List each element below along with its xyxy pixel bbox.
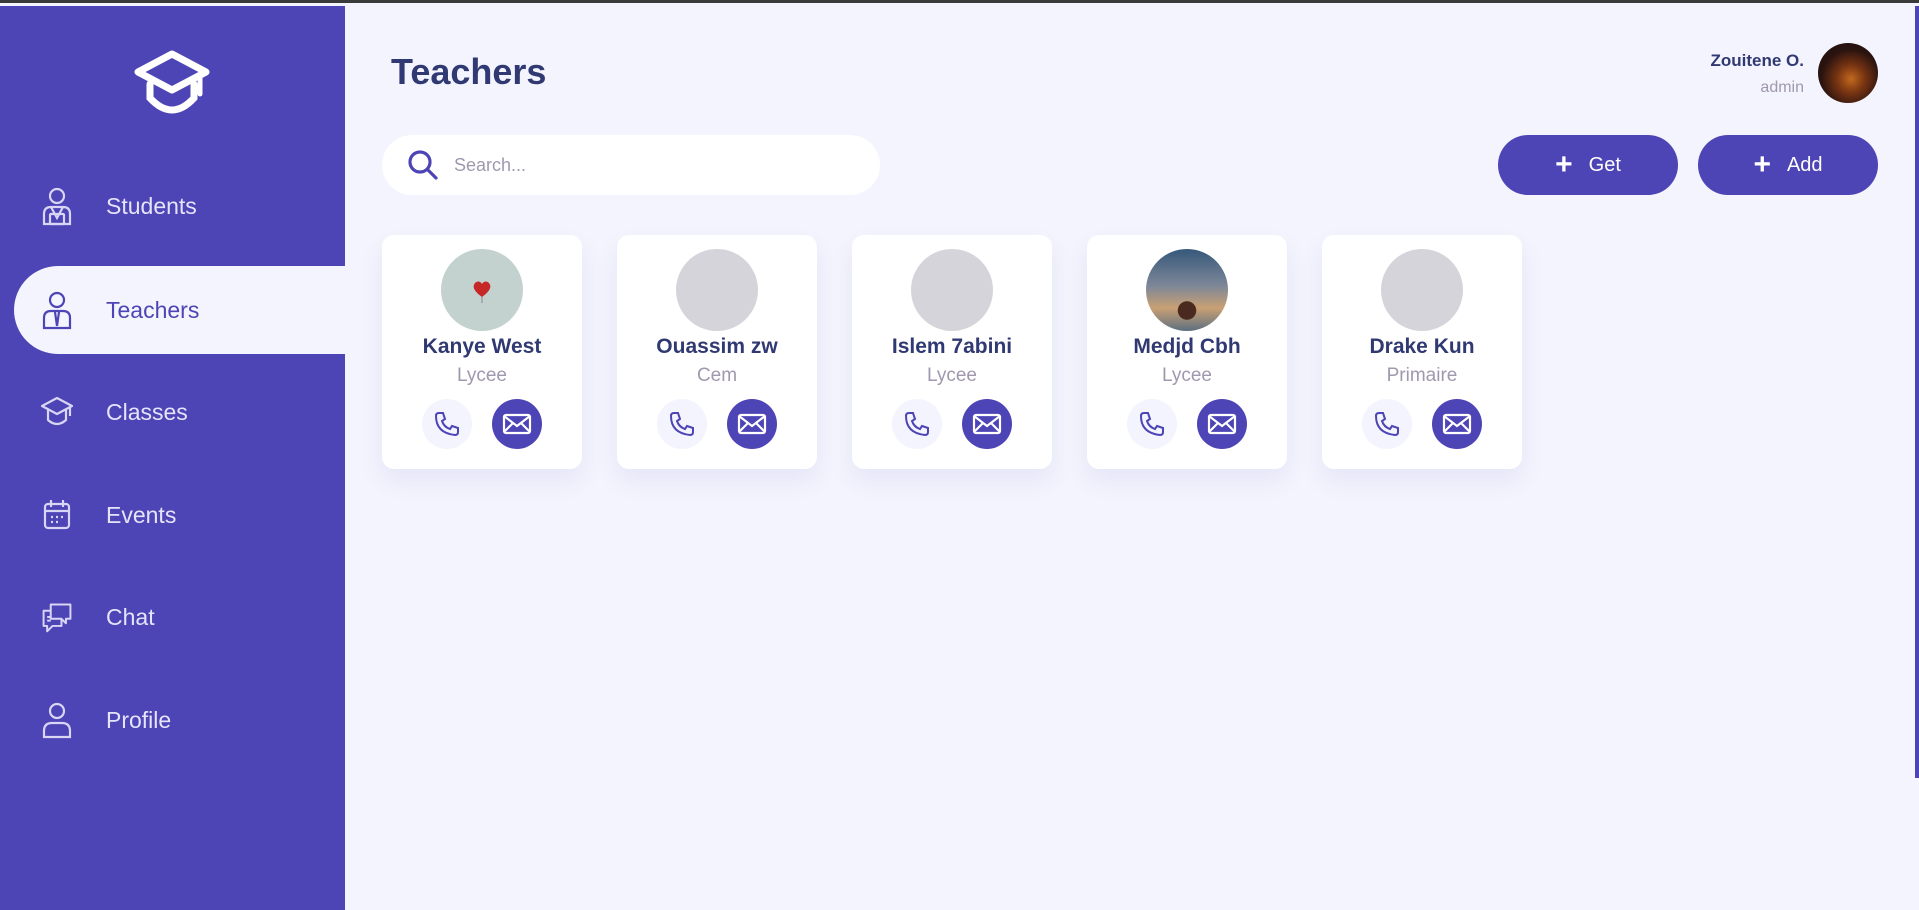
teacher-avatar [911, 249, 993, 331]
call-button[interactable] [1127, 399, 1177, 449]
teacher-avatar [1381, 249, 1463, 331]
teacher-name: Ouassim zw [656, 335, 778, 358]
sidebar-item-label: Events [106, 501, 177, 528]
user-role: admin [1760, 79, 1804, 96]
phone-icon [1139, 412, 1164, 437]
teacher-card[interactable]: Ouassim zw Cem [617, 235, 817, 469]
sidebar-item-label: Chat [106, 603, 155, 630]
profile-icon [40, 700, 74, 740]
teacher-card[interactable]: Islem 7abini Lycee [852, 235, 1052, 469]
mail-icon [737, 413, 767, 435]
email-button[interactable] [962, 399, 1012, 449]
scrollbar[interactable] [1915, 6, 1919, 778]
get-button[interactable]: + Get [1498, 135, 1678, 195]
sidebar-item-teachers[interactable]: Teachers [14, 266, 345, 354]
sidebar-item-students[interactable]: Students [14, 162, 345, 250]
sidebar: Students Teachers Classes Events Chat Pr… [0, 6, 345, 910]
call-button[interactable] [892, 399, 942, 449]
email-button[interactable] [1432, 399, 1482, 449]
teacher-avatar [676, 249, 758, 331]
call-button[interactable] [1362, 399, 1412, 449]
phone-icon [669, 412, 694, 437]
student-icon [40, 186, 74, 226]
search-icon [408, 150, 438, 180]
teacher-level: Primaire [1386, 365, 1458, 386]
email-button[interactable] [1197, 399, 1247, 449]
teacher-level: Cem [696, 365, 738, 386]
mail-icon [502, 413, 532, 435]
user-avatar[interactable] [1818, 43, 1878, 103]
sidebar-item-label: Profile [106, 706, 172, 733]
teacher-card[interactable]: Kanye West Lycee [382, 235, 582, 469]
classes-icon [40, 392, 74, 432]
sidebar-item-label: Classes [106, 398, 188, 425]
teacher-icon [40, 290, 74, 330]
sidebar-item-classes[interactable]: Classes [14, 368, 345, 456]
search-input[interactable] [454, 154, 834, 176]
call-button[interactable] [422, 399, 472, 449]
mail-icon [1207, 413, 1237, 435]
search-bar [382, 135, 880, 195]
plus-icon: + [1753, 148, 1771, 181]
teacher-level: Lycee [457, 365, 507, 386]
user-name: Zouitene O. [1710, 51, 1805, 70]
mail-icon [972, 413, 1002, 435]
user-info: Zouitene O. admin [1711, 51, 1805, 97]
teacher-name: Medjd Cbh [1133, 335, 1241, 358]
teacher-name: Islem 7abini [891, 335, 1013, 358]
teacher-card[interactable]: Medjd Cbh Lycee [1087, 235, 1287, 469]
teacher-avatar [1146, 249, 1228, 331]
page-title: Teachers [391, 51, 547, 92]
sidebar-item-label: Teachers [106, 296, 200, 323]
phone-icon [904, 412, 929, 437]
phone-icon [1374, 412, 1399, 437]
teacher-level: Lycee [1162, 365, 1212, 386]
add-button[interactable]: + Add [1698, 135, 1878, 195]
teacher-card[interactable]: Drake Kun Primaire [1322, 235, 1522, 469]
email-button[interactable] [727, 399, 777, 449]
plus-icon: + [1555, 148, 1573, 181]
teacher-name: Kanye West [422, 335, 542, 358]
sidebar-item-events[interactable]: Events [14, 471, 345, 559]
sidebar-item-label: Students [106, 192, 197, 219]
teacher-level: Lycee [927, 365, 977, 386]
teacher-avatar [441, 249, 523, 331]
teacher-name: Drake Kun [1369, 335, 1475, 358]
sidebar-item-chat[interactable]: Chat [14, 573, 345, 661]
graduation-cap-logo-icon [134, 50, 210, 114]
email-button[interactable] [492, 399, 542, 449]
chat-icon [40, 597, 74, 637]
heart-balloon-icon [473, 281, 491, 303]
calendar-icon [40, 495, 74, 535]
add-button-label: Add [1786, 153, 1823, 176]
phone-icon [434, 412, 459, 437]
mail-icon [1442, 413, 1472, 435]
get-button-label: Get [1588, 153, 1621, 176]
sidebar-item-profile[interactable]: Profile [14, 676, 345, 764]
call-button[interactable] [657, 399, 707, 449]
